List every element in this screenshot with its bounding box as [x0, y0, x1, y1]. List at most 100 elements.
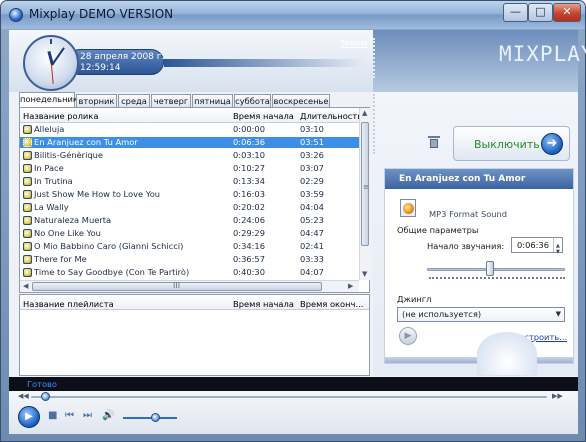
track-name: Alleluja: [34, 124, 65, 134]
table-row[interactable]: Naturaleza Muerta 0:24:06 05:23: [20, 215, 359, 226]
track-duration: 03:51: [300, 137, 324, 147]
jingle-label: Джингл: [397, 294, 432, 304]
tab-thursday[interactable]: четверг: [151, 94, 191, 107]
table-row[interactable]: No One Like You 0:29:29 04:47: [20, 228, 359, 239]
minimize-button[interactable]: —: [503, 3, 528, 22]
jingle-select-value: (не используется): [402, 309, 482, 319]
seek-back-icon[interactable]: ◀◀: [18, 392, 29, 400]
jingle-play-button[interactable]: ▶: [399, 327, 417, 345]
track-duration: 05:23: [300, 215, 324, 225]
table-row[interactable]: In Pace 0:10:27 03:07: [20, 163, 359, 174]
table-row[interactable]: La Wally 0:20:02 04:04: [20, 202, 359, 213]
track-duration: 03:59: [300, 189, 324, 199]
track-duration: 03:07: [300, 163, 324, 173]
track-start: 0:24:06: [233, 215, 265, 225]
volume-icon[interactable]: 🔊: [102, 410, 114, 421]
jingle-select[interactable]: (не используется) ▼: [397, 307, 565, 322]
tab-friday[interactable]: пятница: [192, 94, 233, 107]
track-start: 0:20:02: [233, 202, 265, 212]
track-list: Название ролика Время начала Длительност…: [19, 107, 370, 293]
tab-monday[interactable]: понедельник: [19, 92, 78, 107]
maximize-button[interactable]: □: [528, 3, 553, 22]
close-button[interactable]: ✕: [553, 3, 581, 22]
trash-icon[interactable]: [428, 136, 440, 148]
tab-wednesday[interactable]: среда: [118, 94, 150, 107]
scroll-up-icon[interactable]: ▲: [362, 109, 367, 117]
track-name: O Mio Babbino Caro (Gianni Schicci): [34, 241, 184, 251]
audio-file-icon: [23, 203, 32, 212]
column-header-start[interactable]: Время начала: [233, 111, 294, 121]
table-row[interactable]: Just Show Me How to Love You 0:16:03 03:59: [20, 189, 359, 200]
table-row[interactable]: O Mio Babbino Caro (Gianni Schicci) 0:34:…: [20, 241, 359, 252]
track-name: Time to Say Goodbye (Con Te Partirò): [34, 267, 190, 277]
table-row[interactable]: En Aranjuez con Tu Amor 0:06:36 03:51: [20, 137, 359, 148]
stop-icon[interactable]: ■: [48, 410, 57, 421]
arrow-right-icon: ➜: [541, 133, 563, 155]
menu-link[interactable]: Меню: [341, 39, 368, 49]
table-row[interactable]: There for Me 0:36:57 03:33: [20, 254, 359, 265]
start-time-value: 0:06:36: [517, 240, 549, 250]
column-header-playlist-end[interactable]: Время оконч...: [300, 299, 363, 309]
audio-file-icon: [23, 216, 32, 225]
table-row[interactable]: Bilitis-Génèrique 0:03:10 03:26: [20, 150, 359, 161]
turn-off-label: Выключить: [474, 138, 540, 151]
track-start: 0:03:10: [233, 150, 265, 160]
tab-sunday[interactable]: воскресенье: [272, 94, 330, 107]
format-label: MP3 Format Sound: [429, 209, 508, 219]
track-start: 0:29:29: [233, 228, 265, 238]
start-slider-track[interactable]: [427, 268, 565, 271]
track-start: 0:36:57: [233, 254, 265, 264]
track-name: There for Me: [34, 254, 87, 264]
table-row[interactable]: In Trutina 0:13:34 02:29: [20, 176, 359, 187]
disc-decoration: [477, 332, 537, 376]
status-bar: Готово: [9, 377, 578, 391]
tab-tuesday[interactable]: вторник: [76, 94, 117, 107]
track-settings-header: En Aranjuez con Tu Amor: [385, 169, 573, 189]
column-header-playlist-start[interactable]: Время начала: [233, 299, 294, 309]
scroll-right-icon[interactable]: ▶: [348, 282, 353, 290]
clock-minute-hand: [51, 47, 65, 66]
window-title: Mixplay DEMO VERSION: [29, 7, 174, 21]
track-name: En Aranjuez con Tu Amor: [34, 137, 138, 147]
column-header-playlist-name[interactable]: Название плейлиста: [23, 299, 114, 309]
seek-track[interactable]: [31, 396, 547, 398]
table-row[interactable]: Time to Say Goodbye (Con Te Partirò) 0:40…: [20, 267, 359, 278]
turn-off-button[interactable]: Выключить ➜: [453, 126, 570, 161]
title-bar[interactable]: Mixplay DEMO VERSION — □ ✕: [1, 1, 585, 29]
start-time-field[interactable]: 0:06:36 ▲ ▼: [511, 237, 563, 255]
vscroll-thumb[interactable]: ≡: [361, 122, 369, 246]
track-start: 0:06:36: [233, 137, 265, 147]
track-list-vscrollbar[interactable]: ▲ ≡ ▼: [359, 108, 370, 280]
start-time-spinner[interactable]: ▲ ▼: [553, 238, 563, 255]
track-name: In Pace: [34, 163, 64, 173]
table-row[interactable]: Alleluja 0:00:00 03:10: [20, 124, 359, 135]
track-duration: 04:04: [300, 202, 324, 212]
track-name: Naturaleza Muerta: [34, 215, 112, 225]
audio-file-icon: [23, 190, 32, 199]
start-slider-thumb[interactable]: [485, 261, 494, 276]
scroll-down-icon[interactable]: ▼: [362, 270, 367, 278]
tab-saturday[interactable]: суббота: [234, 94, 271, 107]
play-button[interactable]: ▶: [18, 406, 40, 428]
volume-thumb[interactable]: [150, 413, 160, 422]
track-name: No One Like You: [34, 228, 101, 238]
common-params-label: Общие параметры: [397, 225, 479, 235]
clock-tick: [50, 39, 52, 44]
track-list-hscrollbar[interactable]: ◀ III ▶: [20, 280, 359, 292]
app-window: Mixplay DEMO VERSION — □ ✕ 28 апреля 200…: [0, 0, 586, 442]
audio-file-icon: [23, 177, 32, 186]
client-area: 28 апреля 2008 г. 12:59:14 Меню MIXPLAY …: [9, 30, 586, 434]
seek-forward-icon[interactable]: ▶▶: [552, 392, 563, 400]
next-icon[interactable]: ⏭: [83, 410, 92, 421]
previous-icon[interactable]: ⏮: [65, 410, 74, 421]
audio-file-icon: [23, 164, 32, 173]
column-header-duration[interactable]: Длительность: [300, 111, 362, 121]
start-time-label: Начало звучания:: [427, 241, 505, 251]
scroll-left-icon[interactable]: ◀: [23, 282, 28, 290]
column-header-name[interactable]: Название ролика: [23, 111, 98, 121]
datetime-display: 28 апреля 2008 г. 12:59:14: [67, 49, 164, 75]
hscroll-thumb[interactable]: III: [32, 281, 322, 291]
seek-thumb[interactable]: [41, 392, 51, 401]
spin-down-icon[interactable]: ▼: [556, 245, 560, 259]
time-text: 12:59:14: [80, 63, 121, 73]
